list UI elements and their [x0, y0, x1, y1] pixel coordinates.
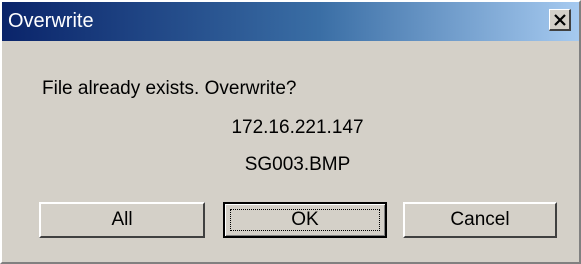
file-name: SG003.BMP — [244, 154, 351, 175]
overwrite-dialog: Overwrite File already exists. Overwrite… — [0, 0, 581, 264]
cancel-button[interactable]: Cancel — [403, 202, 557, 238]
host-address: 172.16.221.147 — [231, 117, 364, 138]
ok-button-label: OK — [230, 209, 380, 231]
dialog-title: Overwrite — [8, 10, 94, 32]
overwrite-message: File already exists. Overwrite? — [42, 78, 297, 99]
all-button[interactable]: All — [39, 202, 205, 238]
title-bar[interactable]: Overwrite — [2, 2, 579, 41]
close-button[interactable] — [549, 9, 571, 31]
ok-button[interactable]: OK — [223, 202, 387, 238]
close-icon — [554, 14, 566, 26]
